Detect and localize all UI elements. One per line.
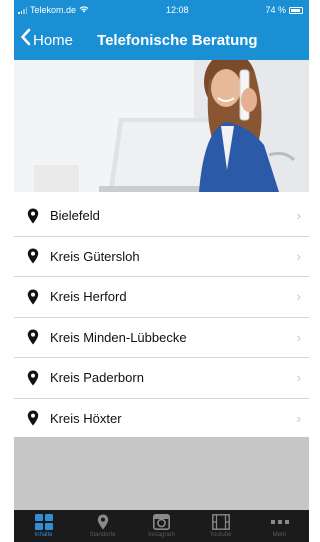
location-list: Bielefeld › Kreis Gütersloh › Kreis Herf… (14, 196, 309, 439)
location-pin-icon (27, 289, 39, 305)
tab-instagram[interactable]: Instagram (132, 510, 191, 542)
list-item[interactable]: Bielefeld › (14, 196, 309, 237)
tab-inhalte[interactable]: Inhalte (14, 510, 73, 542)
chevron-right-icon: › (296, 289, 301, 305)
page-title: Telefonische Beratung (97, 31, 258, 49)
list-item[interactable]: Kreis Minden-Lübbecke › (14, 317, 309, 358)
list-item-label: Bielefeld (50, 208, 100, 224)
instagram-icon (153, 513, 170, 530)
battery-percent: 74 % (265, 5, 286, 15)
list-item[interactable]: Kreis Höxter › (14, 398, 309, 439)
empty-content-area (14, 437, 309, 510)
more-dots-icon (270, 513, 289, 530)
carrier-label: Telekom.de (30, 5, 77, 15)
clock: 12:08 (165, 5, 189, 15)
chevron-right-icon: › (296, 410, 301, 426)
tab-youtube[interactable]: Youtube (191, 510, 250, 542)
list-item-label: Kreis Gütersloh (50, 248, 140, 264)
tab-bar: Inhalte Standorte Instagram Youtube Mehr (14, 510, 309, 542)
tab-label: Inhalte (34, 532, 53, 538)
tab-mehr[interactable]: Mehr (250, 510, 309, 542)
carrier-status: Telekom.de (18, 5, 89, 15)
chevron-right-icon: › (296, 248, 301, 264)
list-item[interactable]: Kreis Paderborn › (14, 358, 309, 399)
list-item-label: Kreis Minden-Lübbecke (50, 329, 187, 345)
chevron-right-icon: › (296, 208, 301, 224)
film-icon (211, 513, 230, 530)
tab-standorte[interactable]: Standorte (73, 510, 132, 542)
location-pin-icon (27, 248, 39, 264)
list-item[interactable]: Kreis Herford › (14, 277, 309, 318)
back-label: Home (33, 31, 74, 49)
location-pin-icon (97, 513, 109, 530)
status-bar: Telekom.de 12:08 74 % (14, 0, 309, 20)
chevron-right-icon: › (296, 329, 301, 345)
location-pin-icon (27, 410, 39, 426)
signal-icon (18, 6, 27, 14)
chevron-right-icon: › (296, 370, 301, 386)
battery-status: 74 % (265, 5, 303, 15)
hero-image (14, 60, 309, 192)
chevron-left-icon (20, 28, 31, 50)
battery-icon (288, 6, 303, 14)
list-item-label: Kreis Herford (50, 289, 127, 305)
tab-label: Instagram (148, 532, 175, 538)
list-item[interactable]: Kreis Gütersloh › (14, 236, 309, 277)
grid-icon (34, 513, 53, 530)
location-pin-icon (27, 208, 39, 224)
tab-label: Mehr (272, 532, 287, 538)
tab-label: Standorte (89, 532, 116, 538)
tab-label: Youtube (209, 532, 232, 538)
back-button[interactable]: Home (14, 28, 74, 50)
list-item-label: Kreis Höxter (50, 410, 122, 426)
wifi-icon (79, 5, 89, 15)
list-item-label: Kreis Paderborn (50, 370, 144, 386)
navigation-bar: Home Telefonische Beratung (14, 20, 309, 60)
location-pin-icon (27, 370, 39, 386)
location-pin-icon (27, 329, 39, 345)
